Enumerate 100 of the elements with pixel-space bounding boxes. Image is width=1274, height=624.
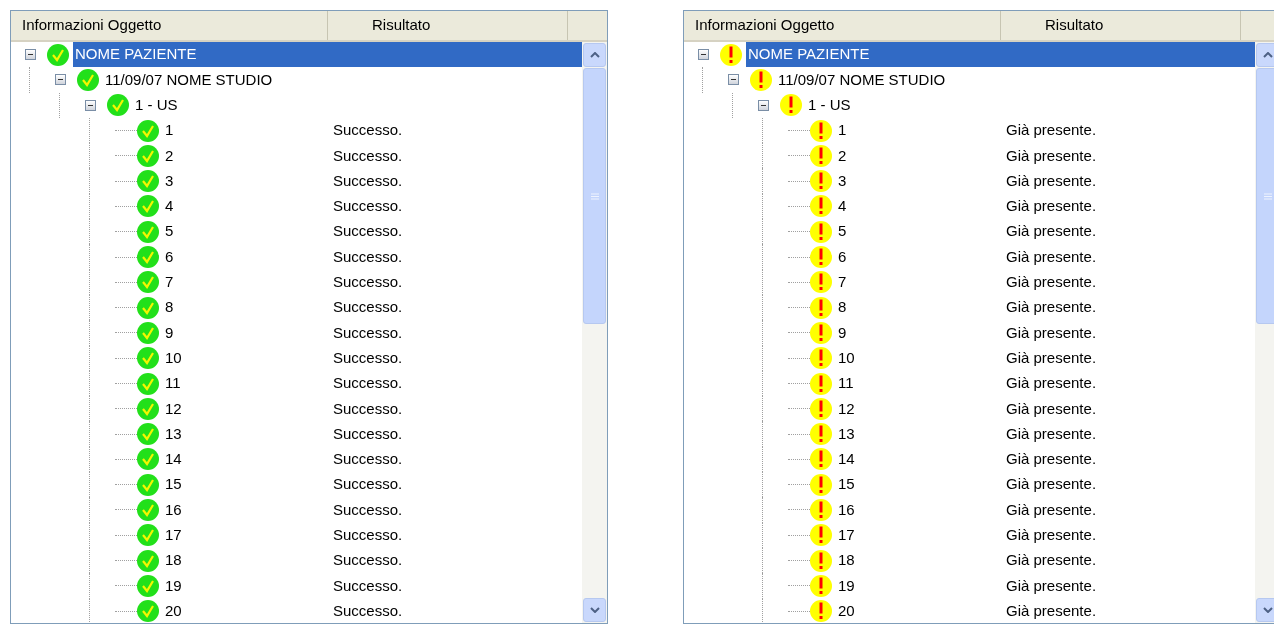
- tree-row[interactable]: 12 Successo.: [163, 396, 582, 422]
- tree-row[interactable]: 11/09/07 NOME STUDIO: [776, 67, 1255, 93]
- scroll-thumb[interactable]: [583, 68, 606, 324]
- tree-row[interactable]: 8 Già presente.: [836, 294, 1255, 321]
- exclamation-circle-icon: [810, 246, 832, 268]
- tree-row[interactable]: 17 Successo.: [163, 522, 582, 548]
- collapse-button[interactable]: [728, 74, 739, 86]
- check-circle-icon: [137, 499, 159, 521]
- tree-row[interactable]: 15 Già presente.: [836, 472, 1255, 498]
- minus-icon: [731, 79, 736, 81]
- collapse-button[interactable]: [758, 99, 769, 111]
- tree-row[interactable]: 9 Già presente.: [836, 320, 1255, 346]
- tree-row[interactable]: 10 Già presente.: [836, 345, 1255, 371]
- tree-row[interactable]: 3 Successo.: [163, 168, 582, 194]
- node-label: 20: [838, 600, 856, 621]
- check-circle-icon: [137, 600, 159, 623]
- tree-row[interactable]: 5 Già presente.: [836, 219, 1255, 245]
- tree-row[interactable]: 6 Successo.: [163, 244, 582, 270]
- result-text: Successo.: [333, 246, 403, 267]
- node-label: 17: [838, 525, 856, 546]
- tree-row[interactable]: 18 Successo.: [163, 547, 582, 574]
- tree-row[interactable]: 3 Già presente.: [836, 168, 1255, 194]
- tree-row[interactable]: 19 Già presente.: [836, 573, 1255, 599]
- result-text: Successo.: [333, 196, 403, 217]
- tree-row[interactable]: 13 Già presente.: [836, 421, 1255, 447]
- result-text: Successo.: [333, 499, 403, 520]
- node-label: 9: [838, 322, 848, 343]
- result-text: Successo.: [333, 120, 403, 141]
- collapse-button[interactable]: [85, 99, 96, 111]
- check-circle-icon: [137, 397, 159, 420]
- tree-row[interactable]: 7 Successo.: [163, 269, 582, 295]
- result-text: Già presente.: [1006, 170, 1097, 191]
- tree-row[interactable]: 1 - US: [133, 92, 582, 118]
- node-label: 1: [838, 120, 848, 141]
- collapse-button[interactable]: [698, 49, 709, 61]
- node-label: 11: [165, 373, 182, 394]
- tree-row[interactable]: 20 Già presente.: [836, 598, 1255, 623]
- tree-row[interactable]: 11 Già presente.: [836, 370, 1255, 397]
- column-header[interactable]: Informazioni Oggetto: [684, 11, 1001, 40]
- tree-row[interactable]: 17 Già presente.: [836, 522, 1255, 548]
- tree-row[interactable]: 6 Già presente.: [836, 244, 1255, 270]
- grip-icon: [1263, 192, 1272, 200]
- tree-row[interactable]: 2 Già presente.: [836, 143, 1255, 169]
- tree-row[interactable]: 2 Successo.: [163, 143, 582, 169]
- tree-row[interactable]: 1 Già presente.: [836, 117, 1255, 144]
- exclamation-circle-icon: [810, 448, 832, 471]
- tree-row[interactable]: 1 Successo.: [163, 117, 582, 144]
- exclamation-circle-icon: [810, 397, 832, 420]
- tree-row[interactable]: 14 Già presente.: [836, 446, 1255, 473]
- result-text: Successo.: [333, 525, 403, 546]
- result-text: Successo.: [333, 474, 403, 495]
- tree-row[interactable]: 7 Già presente.: [836, 269, 1255, 295]
- scroll-down-button[interactable]: [1256, 598, 1274, 622]
- node-label: 3: [165, 170, 175, 191]
- tree-row[interactable]: 5 Successo.: [163, 219, 582, 245]
- collapse-button[interactable]: [55, 74, 66, 86]
- tree-row[interactable]: NOME PAZIENTE: [746, 42, 1255, 68]
- scrollbar[interactable]: [582, 42, 607, 623]
- tree-row[interactable]: NOME PAZIENTE: [73, 42, 582, 68]
- check-circle-icon: [137, 296, 159, 319]
- result-text: Già presente.: [1006, 499, 1097, 520]
- tree-row[interactable]: 1 - US: [806, 92, 1255, 118]
- tree-row[interactable]: 8 Successo.: [163, 294, 582, 321]
- node-label: 11/09/07 NOME STUDIO: [778, 69, 947, 90]
- tree-row[interactable]: 11 Successo.: [163, 370, 582, 397]
- node-label: 1: [165, 120, 175, 141]
- node-label: 4: [838, 196, 848, 217]
- tree-row[interactable]: 16 Successo.: [163, 497, 582, 523]
- scroll-up-button[interactable]: [1256, 43, 1274, 67]
- tree-row[interactable]: 11/09/07 NOME STUDIO: [103, 67, 582, 93]
- column-header[interactable]: Risultato: [328, 11, 568, 40]
- node-label: 15: [165, 474, 183, 495]
- column-header[interactable]: Risultato: [1001, 11, 1241, 40]
- node-label: 2: [838, 145, 848, 166]
- result-text: Già presente.: [1006, 246, 1097, 267]
- result-text: Già presente.: [1006, 297, 1097, 318]
- tree-row[interactable]: 18 Già presente.: [836, 547, 1255, 574]
- scroll-up-button[interactable]: [583, 43, 606, 67]
- exclamation-circle-icon: [810, 170, 832, 193]
- node-label: 12: [838, 398, 856, 419]
- column-header[interactable]: Informazioni Oggetto: [11, 11, 328, 40]
- tree-row[interactable]: 16 Già presente.: [836, 497, 1255, 523]
- scroll-down-button[interactable]: [583, 598, 606, 622]
- tree-row[interactable]: 10 Successo.: [163, 345, 582, 371]
- collapse-button[interactable]: [25, 49, 36, 61]
- node-label: 18: [838, 550, 856, 571]
- tree-row[interactable]: 15 Successo.: [163, 472, 582, 498]
- tree-row[interactable]: 14 Successo.: [163, 446, 582, 473]
- scroll-thumb[interactable]: [1256, 68, 1274, 324]
- tree-row[interactable]: 19 Successo.: [163, 573, 582, 599]
- node-label: 16: [165, 499, 183, 520]
- tree-row[interactable]: 20 Successo.: [163, 598, 582, 623]
- scrollbar[interactable]: [1255, 42, 1274, 623]
- tree-row[interactable]: 4 Già presente.: [836, 193, 1255, 220]
- tree-row[interactable]: 13 Successo.: [163, 421, 582, 447]
- tree-row[interactable]: 4 Successo.: [163, 193, 582, 220]
- result-text: Successo.: [333, 272, 403, 293]
- tree-row[interactable]: 12 Già presente.: [836, 396, 1255, 422]
- result-text: Già presente.: [1006, 196, 1097, 217]
- tree-row[interactable]: 9 Successo.: [163, 320, 582, 346]
